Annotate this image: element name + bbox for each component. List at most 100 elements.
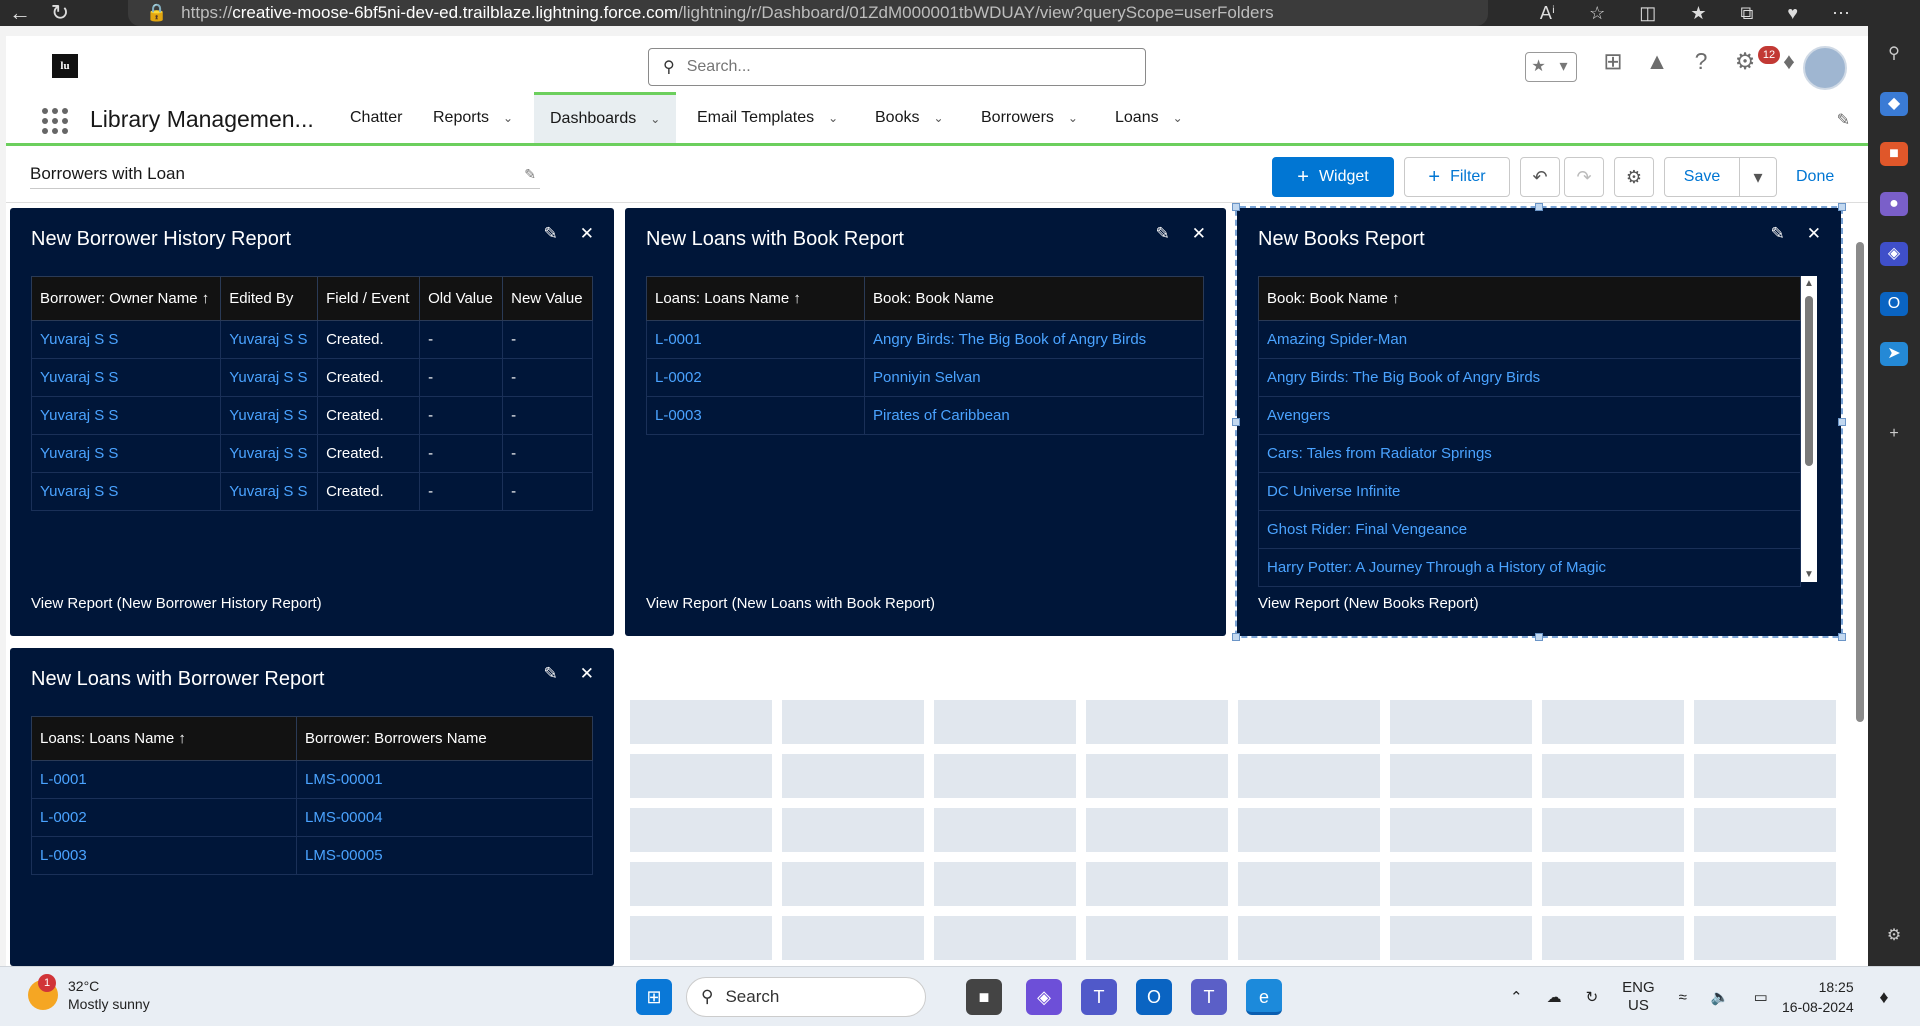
nav-item-books[interactable]: Books ⌄ <box>875 92 944 143</box>
resize-handle[interactable] <box>1232 418 1240 426</box>
borrower-link[interactable]: LMS-00005 <box>296 836 593 875</box>
loan-link[interactable]: L-0003 <box>646 396 865 435</box>
notification-bell-icon[interactable]: ♦ <box>1872 979 1896 1015</box>
book-link[interactable]: DC Universe Infinite <box>1258 472 1801 511</box>
settings-icon[interactable]: ⚙ <box>1880 924 1908 948</box>
borrower-link[interactable]: LMS-00004 <box>296 798 593 837</box>
nav-item-chatter[interactable]: Chatter <box>350 92 402 143</box>
close-icon[interactable]: ✕ <box>580 224 594 244</box>
book-link[interactable]: Pirates of Caribbean <box>864 396 1204 435</box>
owner-link[interactable]: Yuvaraj S S <box>30 434 222 473</box>
language-indicator[interactable]: ENG US <box>1622 979 1655 1015</box>
loan-link[interactable]: L-0002 <box>646 358 865 397</box>
battery-icon[interactable]: ▭ <box>1754 988 1768 1006</box>
view-report-link[interactable]: View Report (New Books Report) <box>1258 595 1479 612</box>
trailhead-icon[interactable]: ▲ <box>1644 48 1670 74</box>
search-input[interactable]: ⚲ Search... <box>648 48 1146 86</box>
owner-link[interactable]: Yuvaraj S S <box>30 396 222 435</box>
chevron-down-icon[interactable]: ⌄ <box>828 111 838 125</box>
chevron-down-icon[interactable]: ⌄ <box>1068 111 1078 125</box>
edited-by-link[interactable]: Yuvaraj S S <box>220 434 319 473</box>
chevron-down-icon[interactable]: ⌄ <box>503 111 513 125</box>
send-icon[interactable]: ➤ <box>1880 342 1908 366</box>
book-link[interactable]: Amazing Spider-Man <box>1258 320 1801 359</box>
book-link[interactable]: Angry Birds: The Big Book of Angry Birds <box>1258 358 1801 397</box>
scroll-up-icon[interactable]: ▲ <box>1802 278 1816 289</box>
redo-button[interactable]: ↷ <box>1564 157 1604 197</box>
app-launcher-icon[interactable] <box>42 108 68 134</box>
nav-item-reports[interactable]: Reports ⌄ <box>433 92 513 143</box>
help-icon[interactable]: ? <box>1688 48 1714 74</box>
resize-handle[interactable] <box>1838 633 1846 641</box>
nav-item-loans[interactable]: Loans ⌄ <box>1115 92 1183 143</box>
scroll-down-icon[interactable]: ▼ <box>1802 569 1816 580</box>
edit-pencil-icon[interactable]: ✎ <box>1771 224 1785 244</box>
table-scrollbar[interactable]: ▲ ▼ <box>1801 276 1817 582</box>
nav-item-email-templates[interactable]: Email Templates ⌄ <box>697 92 838 143</box>
owner-link[interactable]: Yuvaraj S S <box>30 320 222 359</box>
copilot-icon[interactable]: ◈ <box>1026 979 1062 1015</box>
resize-handle[interactable] <box>1535 203 1543 211</box>
resize-handle[interactable] <box>1838 203 1846 211</box>
nav-item-dashboards[interactable]: Dashboards ⌄ <box>534 92 677 143</box>
teams-work-icon[interactable]: T <box>1191 979 1227 1015</box>
loan-link[interactable]: L-0001 <box>31 760 297 799</box>
edit-pencil-icon[interactable]: ✎ <box>1156 224 1170 244</box>
chevron-up-icon[interactable]: ⌃ <box>1510 988 1523 1006</box>
loan-link[interactable]: L-0001 <box>646 320 865 359</box>
wifi-icon[interactable]: ≈ <box>1679 989 1687 1006</box>
clock[interactable]: 18:25 16-08-2024 <box>1782 977 1854 1017</box>
collections-icon[interactable]: ⧉ <box>1740 3 1753 24</box>
setup-gear-icon[interactable]: ⚙ <box>1732 48 1758 74</box>
resize-handle[interactable] <box>1232 633 1240 641</box>
browser-essentials-icon[interactable]: ♥ <box>1787 3 1798 24</box>
resize-handle[interactable] <box>1232 203 1240 211</box>
book-link[interactable]: Avengers <box>1258 396 1801 435</box>
speaker-mute-icon[interactable]: 🔈 <box>1711 988 1730 1006</box>
edited-by-link[interactable]: Yuvaraj S S <box>220 358 319 397</box>
book-link[interactable]: Angry Birds: The Big Book of Angry Birds <box>864 320 1204 359</box>
edited-by-link[interactable]: Yuvaraj S S <box>220 320 319 359</box>
owner-link[interactable]: Yuvaraj S S <box>30 358 222 397</box>
start-windows-icon[interactable]: ⊞ <box>636 979 672 1015</box>
split-screen-icon[interactable]: ◫ <box>1639 3 1656 24</box>
cloud-icon[interactable]: ☁ <box>1547 988 1562 1006</box>
chevron-down-icon[interactable]: ⌄ <box>933 111 943 125</box>
save-menu-button[interactable]: ▾ <box>1739 157 1777 197</box>
book-link[interactable]: Cars: Tales from Radiator Springs <box>1258 434 1801 473</box>
outlook-icon[interactable]: O <box>1880 292 1908 316</box>
add-filter-button[interactable]: + Filter <box>1404 157 1510 197</box>
column-header[interactable]: Borrower: Owner Name ↑ <box>30 276 222 321</box>
add-icon[interactable]: + <box>1880 422 1908 446</box>
sync-icon[interactable]: ↻ <box>1586 988 1599 1006</box>
owner-link[interactable]: Yuvaraj S S <box>30 472 222 511</box>
copilot-icon[interactable]: ◈ <box>1880 242 1908 266</box>
undo-button[interactable]: ↶ <box>1520 157 1560 197</box>
widget-loans-borrower[interactable]: New Loans with Borrower Report ✎ ✕ Loans… <box>10 648 614 966</box>
tag-icon[interactable]: ◆ <box>1880 92 1908 116</box>
loan-link[interactable]: L-0002 <box>31 798 297 837</box>
resize-handle[interactable] <box>1838 418 1846 426</box>
page-scrollbar[interactable] <box>1852 212 1868 966</box>
read-aloud-icon[interactable]: Aⁱ <box>1540 3 1555 24</box>
nav-item-borrowers[interactable]: Borrowers ⌄ <box>981 92 1078 143</box>
book-link[interactable]: Harry Potter: A Journey Through a Histor… <box>1258 548 1801 587</box>
notifications-bell-icon[interactable]: ♦ <box>1776 48 1802 74</box>
library-logo-icon[interactable]: lu <box>52 54 78 78</box>
widget-borrower-history[interactable]: New Borrower History Report ✎ ✕ Borrower… <box>10 208 614 636</box>
favorites-button[interactable]: ★ ▾ <box>1525 52 1577 82</box>
global-actions-icon[interactable]: ⊞ <box>1600 48 1626 74</box>
loan-link[interactable]: L-0003 <box>31 836 297 875</box>
done-button[interactable]: Done <box>1796 168 1834 186</box>
edit-pencil-icon[interactable]: ✎ <box>544 224 558 244</box>
properties-button[interactable]: ⚙ <box>1614 157 1654 197</box>
view-report-link[interactable]: View Report (New Loans with Book Report) <box>646 595 935 612</box>
edit-pencil-icon[interactable]: ✎ <box>524 159 536 189</box>
chevron-down-icon[interactable]: ⌄ <box>650 112 660 126</box>
taskbar-search[interactable]: ⚲ Search <box>686 977 926 1017</box>
teams-icon[interactable]: T <box>1081 979 1117 1015</box>
book-link[interactable]: Ponniyin Selvan <box>864 358 1204 397</box>
borrower-link[interactable]: LMS-00001 <box>296 760 593 799</box>
dashboard-name-field[interactable]: Borrowers with Loan ✎ <box>30 159 540 189</box>
edit-pencil-icon[interactable]: ✎ <box>544 664 558 684</box>
